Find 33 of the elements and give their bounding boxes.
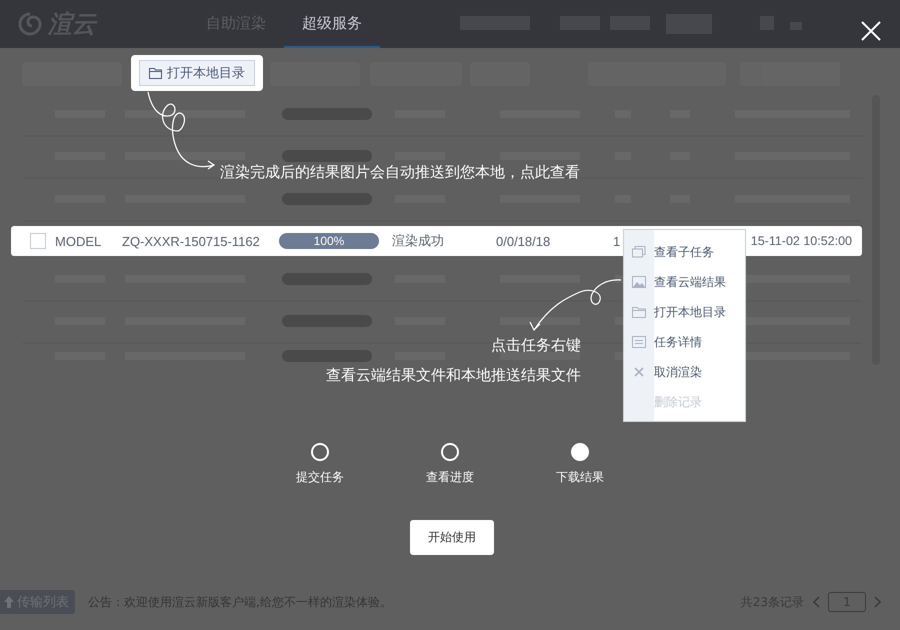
document-icon xyxy=(632,336,646,348)
folder-icon xyxy=(149,68,162,78)
logo-swirl-icon xyxy=(18,12,42,36)
nav-tab[interactable]: 超级服务 xyxy=(284,0,380,48)
table-cell-text: 1 xyxy=(613,234,622,248)
menu-item[interactable]: 查看云端结果 xyxy=(624,267,745,297)
open-local-folder-button[interactable]: 打开本地目录 xyxy=(139,60,255,86)
hint-text: 查看云端结果文件和本地推送结果文件 xyxy=(326,366,581,385)
close-icon xyxy=(634,367,644,377)
hint-text: 点击任务右键 xyxy=(491,336,581,355)
task-time: 15-11-02 10:52:00 xyxy=(750,234,853,248)
menu-item[interactable]: 取消渲染 xyxy=(624,357,745,387)
step-label: 下载结果 xyxy=(556,469,604,486)
step-dot[interactable] xyxy=(311,443,329,461)
image-icon xyxy=(632,276,646,288)
windows-icon xyxy=(632,246,646,258)
step-label: 查看进度 xyxy=(426,469,474,486)
task-name: MODEL xyxy=(55,234,102,248)
menu-item[interactable]: 打开本地目录 xyxy=(624,297,745,327)
start-button[interactable]: 开始使用 xyxy=(410,520,494,555)
progress-label: 100% xyxy=(312,233,346,249)
guide-caption: 渲染完成后的结果图片会自动推送到您本地，点此查看 xyxy=(220,163,580,182)
task-status: 渲染成功 xyxy=(392,232,445,250)
up-arrow-icon xyxy=(4,596,14,608)
step-dot[interactable] xyxy=(571,443,589,461)
step-label: 提交任务 xyxy=(296,469,344,486)
row-checkbox[interactable] xyxy=(30,233,46,249)
step-dot[interactable] xyxy=(441,443,459,461)
menu-item[interactable]: 任务详情 xyxy=(624,327,745,357)
task-id: ZQ-XXXR-150715-1162 xyxy=(122,234,261,248)
close-icon xyxy=(861,21,881,41)
folder-icon xyxy=(632,306,646,318)
frame-count: 0/0/18/18 xyxy=(496,234,552,248)
